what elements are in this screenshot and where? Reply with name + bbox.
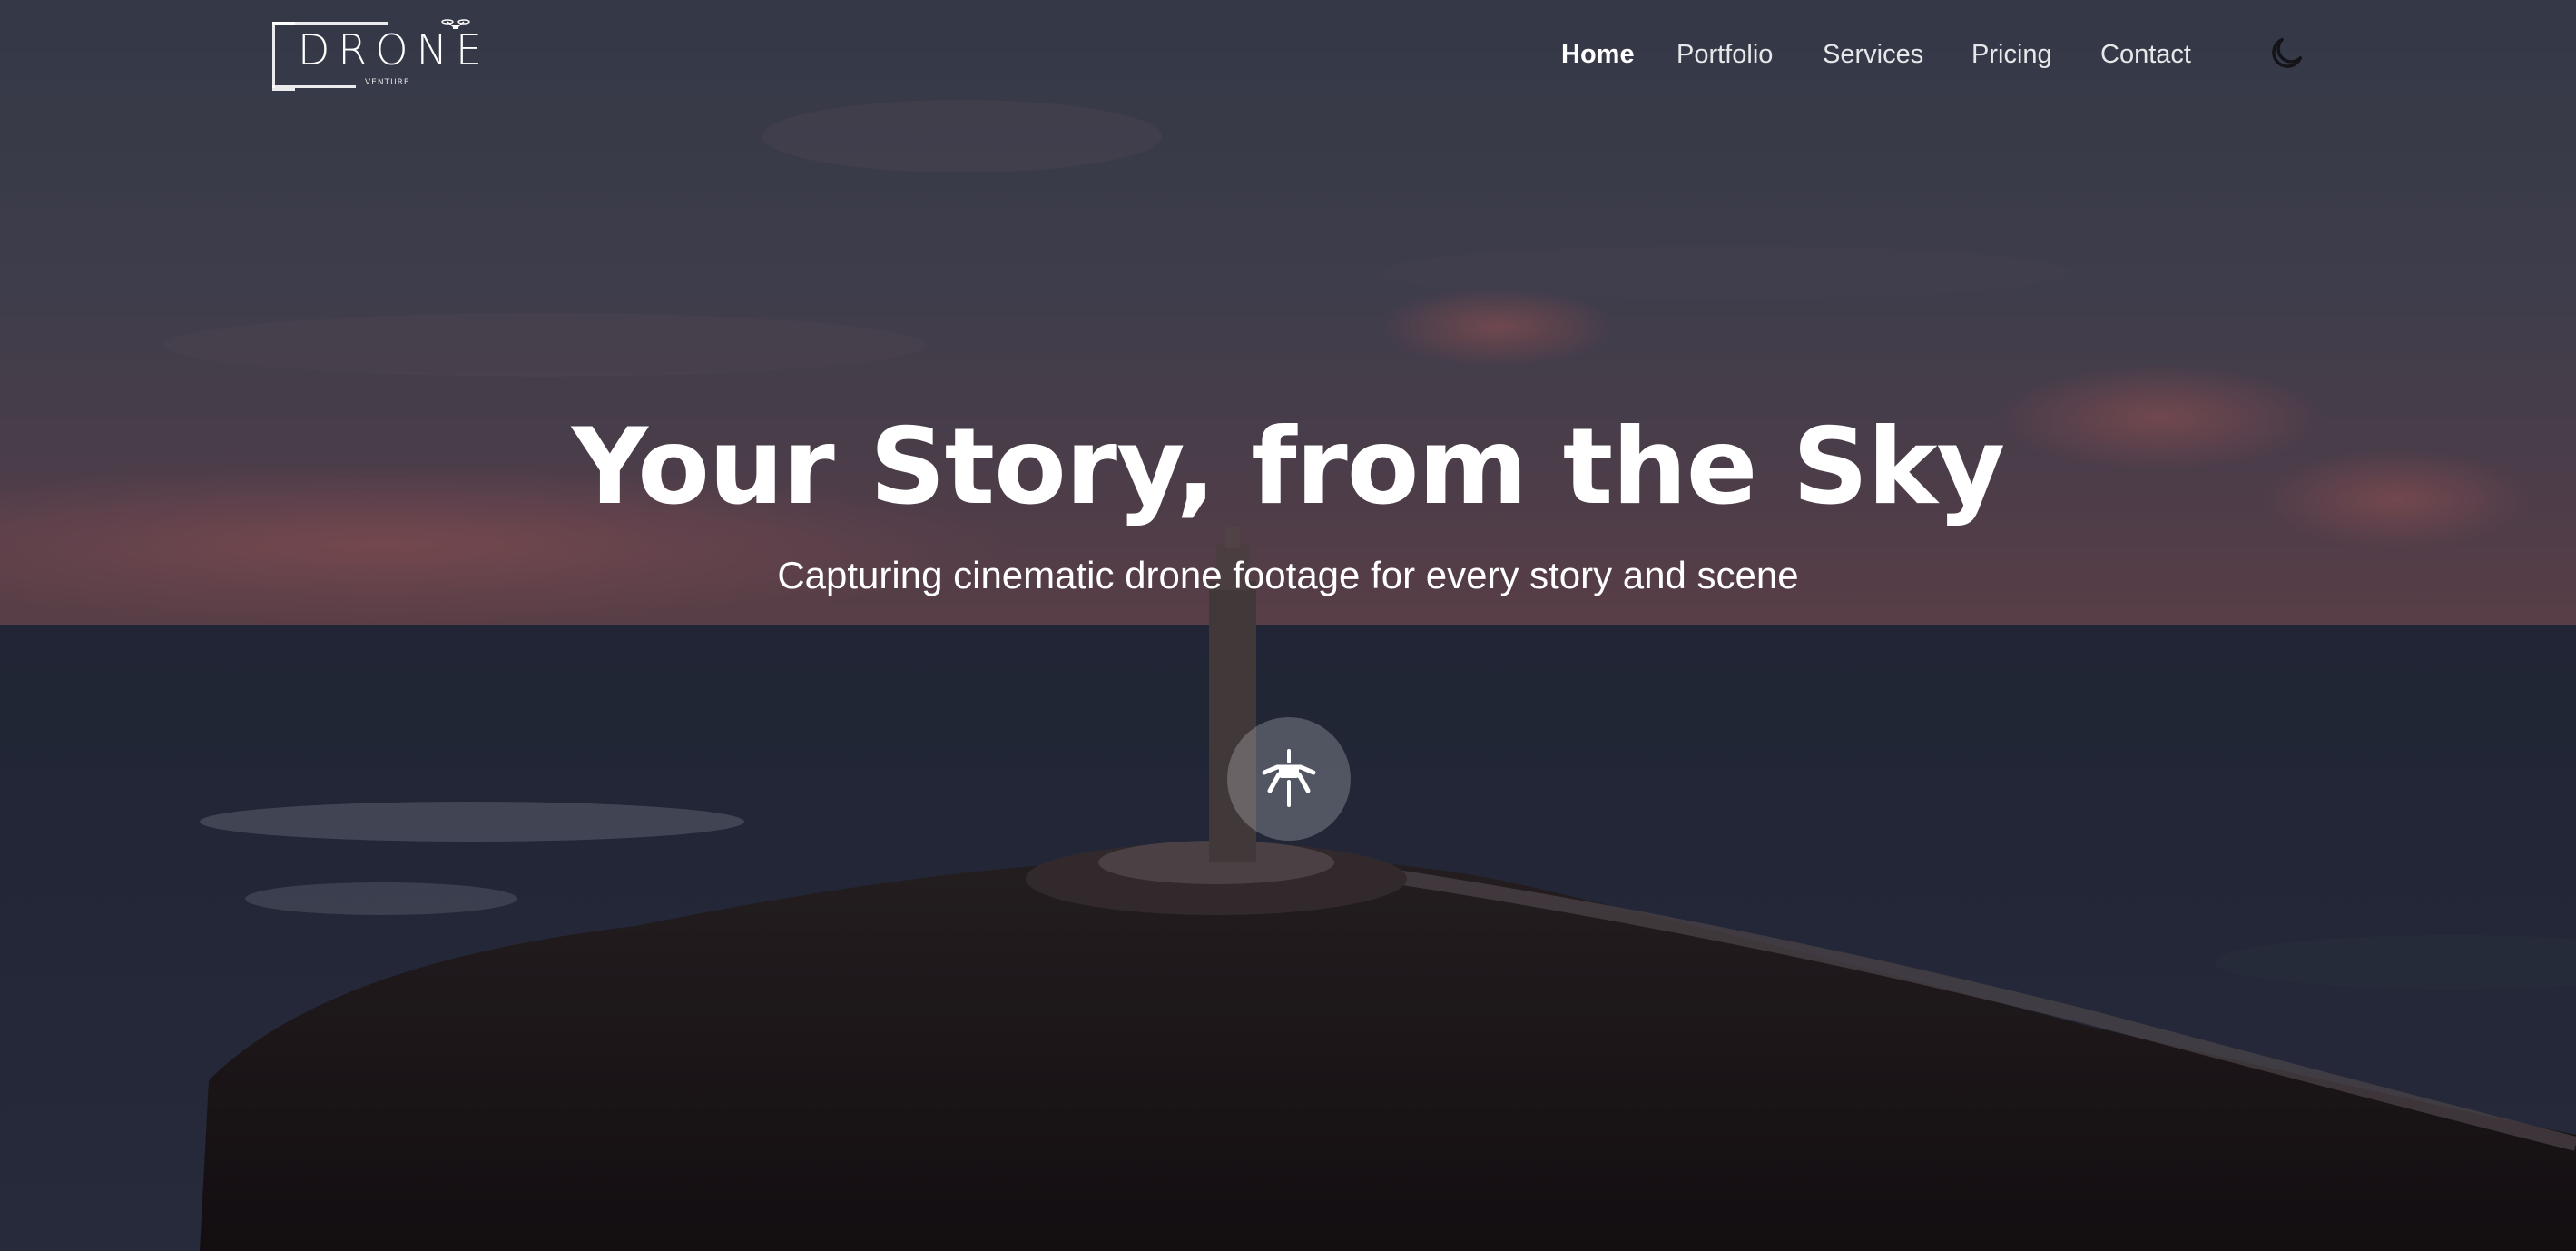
logo-frame-bottom xyxy=(272,85,356,88)
drone-cta-button[interactable] xyxy=(1227,717,1351,841)
logo-tagline: VENTURE xyxy=(365,78,410,87)
nav-link-contact[interactable]: Contact xyxy=(2100,34,2191,74)
nav-link-home[interactable]: Home xyxy=(1561,34,1635,74)
nav-link-services[interactable]: Services xyxy=(1823,34,1923,74)
hero-subtitle: Capturing cinematic drone footage for ev… xyxy=(777,554,1799,596)
logo-frame-top xyxy=(272,22,388,25)
hero-overlay xyxy=(0,0,2576,1251)
theme-toggle-button[interactable] xyxy=(2266,33,2307,74)
drone-icon xyxy=(1262,749,1316,807)
main-nav: Home Portfolio Services Pricing Contact xyxy=(0,34,2576,74)
site-header: DRONE VENTURE Home Portfolio Services Pr… xyxy=(0,0,2576,109)
hero-title: Your Story, from the Sky xyxy=(571,406,2005,528)
nav-link-pricing[interactable]: Pricing xyxy=(1971,34,2052,74)
moon-icon xyxy=(2272,37,2303,68)
nav-link-portfolio[interactable]: Portfolio xyxy=(1676,34,1773,74)
